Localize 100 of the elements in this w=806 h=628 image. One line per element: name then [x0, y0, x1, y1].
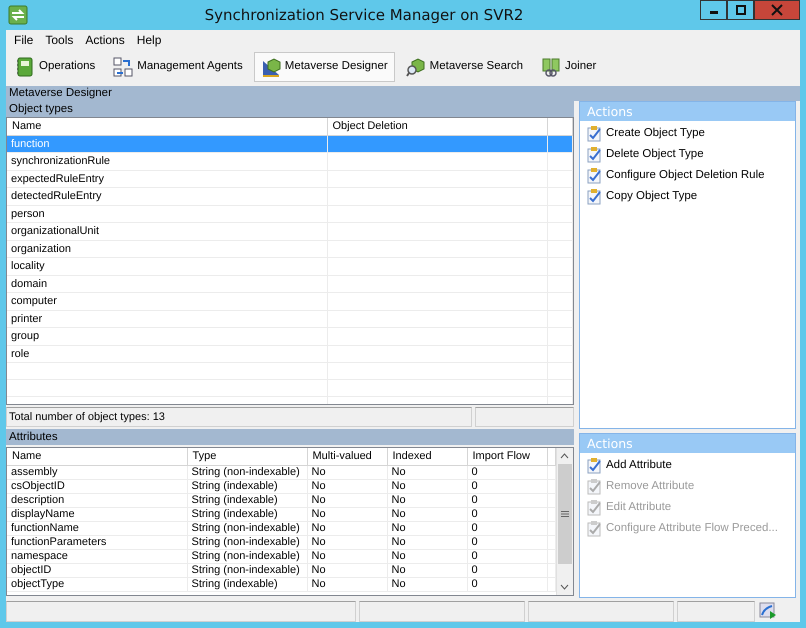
table-cell: functionParameters: [7, 535, 187, 549]
clipboard-check-icon: [586, 520, 602, 537]
action-link[interactable]: Copy Object Type: [580, 186, 704, 207]
table-cell: functionName: [7, 521, 187, 535]
table-cell: No: [307, 521, 387, 535]
table-cell: 0: [467, 549, 547, 563]
table-cell[interactable]: group: [7, 328, 327, 345]
table-cell[interactable]: role: [7, 345, 327, 362]
maximize-icon: [736, 5, 746, 15]
panel-title: Actions: [580, 102, 795, 121]
table-cell: No: [387, 507, 467, 521]
table-cell: No: [387, 479, 467, 493]
table-cell[interactable]: organizationalUnit: [7, 222, 327, 240]
table-cell: No: [387, 549, 467, 563]
table-cell: displayName: [7, 507, 187, 521]
action-link[interactable]: Add Attribute: [580, 454, 678, 476]
column-header[interactable]: Object Deletion: [327, 118, 547, 135]
minimize-button[interactable]: [700, 0, 727, 20]
toolbar-button[interactable]: Joiner: [534, 52, 604, 82]
table-cell: No: [387, 563, 467, 577]
status-text: Total number of object types: 13: [6, 407, 472, 427]
table-cell: 0: [467, 493, 547, 507]
window-title: Synchronization Service Manager on SVR2: [204, 4, 524, 26]
table-cell: 0: [467, 535, 547, 549]
column-header[interactable]: Type: [187, 448, 307, 465]
clipboard-check-icon: [586, 146, 602, 163]
table-cell: description: [7, 493, 187, 507]
table-cell: No: [387, 535, 467, 549]
book-icon: [15, 57, 35, 77]
column-header[interactable]: Import Flow: [467, 448, 547, 465]
table-cell: No: [307, 507, 387, 521]
close-icon: [771, 4, 783, 16]
table-cell[interactable]: detectedRuleEntry: [7, 188, 327, 205]
action-link[interactable]: Delete Object Type: [580, 144, 710, 165]
table-cell: No: [387, 465, 467, 479]
table-cell[interactable]: person: [7, 205, 327, 222]
table-cell: String (non-indexable): [187, 563, 307, 577]
column-header[interactable]: Indexed: [387, 448, 467, 465]
table-cell: No: [307, 549, 387, 563]
scrollbar-thumb[interactable]: [558, 464, 572, 564]
toolbar-button[interactable]: Management Agents: [106, 52, 250, 82]
sync-status-icon: [758, 601, 778, 621]
table-cell: String (non-indexable): [187, 535, 307, 549]
table-cell[interactable]: expectedRuleEntry: [7, 170, 327, 188]
cube-ruler-icon: [260, 57, 281, 77]
app-icon: [8, 5, 28, 25]
menu-item[interactable]: Tools: [39, 31, 80, 49]
table-cell: No: [387, 493, 467, 507]
table-cell: objectID: [7, 563, 187, 577]
table-cell[interactable]: domain: [7, 275, 327, 292]
menu-item[interactable]: File: [8, 31, 40, 49]
table-cell: String (indexable): [187, 507, 307, 521]
table-cell: 0: [467, 577, 547, 591]
linked-boxes-icon: [113, 57, 134, 77]
clipboard-check-icon: [586, 188, 602, 205]
clipboard-check-icon: [586, 125, 602, 142]
maximize-button[interactable]: [727, 0, 754, 20]
table-cell: objectType: [7, 577, 187, 591]
table-cell[interactable]: locality: [7, 258, 327, 275]
panel-title: Object types: [6, 101, 574, 117]
table-cell: No: [387, 577, 467, 591]
table-cell: 0: [467, 507, 547, 521]
column-header[interactable]: Multi-valued: [307, 448, 387, 465]
clipboard-check-icon: [586, 167, 602, 184]
column-header[interactable]: Name: [7, 118, 327, 135]
clipboard-check-icon: [586, 498, 602, 516]
column-header[interactable]: Name: [7, 448, 187, 465]
table-cell: No: [307, 479, 387, 493]
action-link[interactable]: Create Object Type: [580, 123, 711, 144]
cube-magnifier-icon: [406, 57, 426, 77]
menu-item[interactable]: Actions: [79, 31, 131, 49]
table-cell: No: [307, 563, 387, 577]
table-cell[interactable]: synchronizationRule: [7, 152, 327, 170]
panel-title: Attributes: [6, 429, 574, 445]
table-cell: String (indexable): [187, 479, 307, 493]
toolbar-button[interactable]: Metaverse Search: [398, 52, 530, 82]
close-button[interactable]: [754, 0, 800, 20]
menu-item[interactable]: Help: [130, 31, 168, 49]
table-cell: No: [387, 521, 467, 535]
table-cell: 0: [467, 479, 547, 493]
clipboard-check-icon: [586, 456, 602, 474]
table-cell: namespace: [7, 549, 187, 563]
table-cell: String (non-indexable): [187, 549, 307, 563]
toolbar-button[interactable]: Metaverse Designer: [254, 52, 395, 82]
table-cell[interactable]: computer: [7, 292, 327, 310]
action-link[interactable]: Configure Object Deletion Rule: [580, 165, 771, 186]
table-cell: String (non-indexable): [187, 521, 307, 535]
table-cell: String (non-indexable): [187, 465, 307, 479]
table-cell[interactable]: organization: [7, 240, 327, 258]
table-cell: No: [307, 577, 387, 591]
clipboard-check-icon: [586, 478, 602, 495]
table-cell[interactable]: printer: [7, 310, 327, 328]
chain-link-icon: [541, 57, 561, 77]
table-cell: 0: [467, 563, 547, 577]
table-cell: No: [307, 493, 387, 507]
toolbar-button[interactable]: Operations: [8, 52, 102, 82]
table-cell: String (indexable): [187, 493, 307, 507]
table-cell: No: [307, 465, 387, 479]
table-cell: 0: [467, 465, 547, 479]
section-title: Metaverse Designer: [6, 86, 800, 101]
